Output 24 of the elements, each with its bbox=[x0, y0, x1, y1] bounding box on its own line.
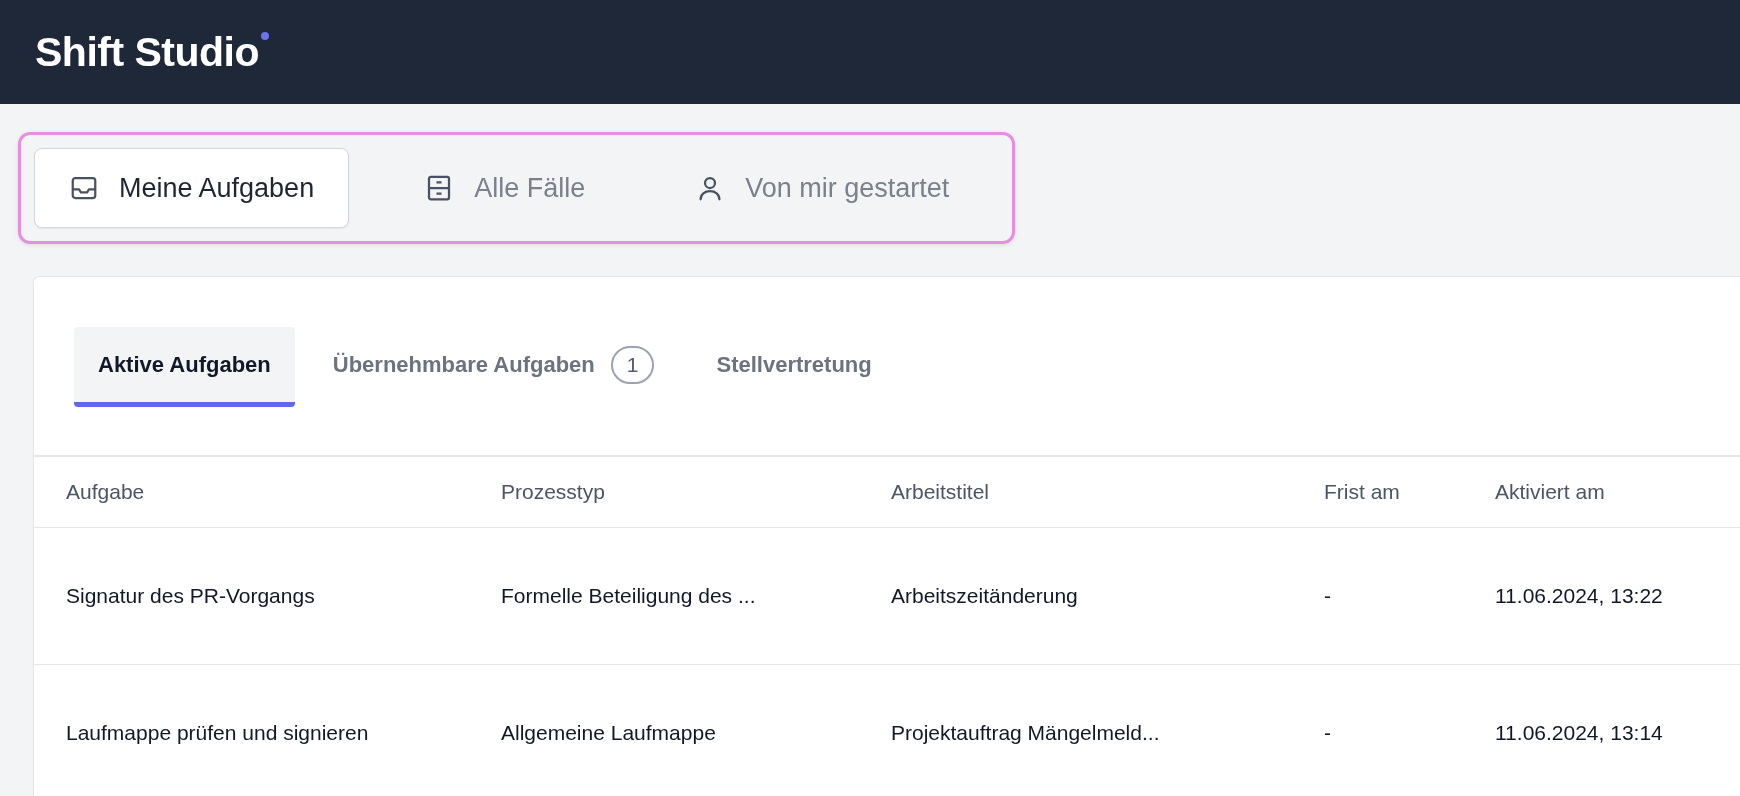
table-cell: 11.06.2024, 13:22 bbox=[1495, 527, 1740, 665]
tab[interactable]: Stellvertretung bbox=[692, 327, 896, 407]
column-header: Arbeitstitel bbox=[891, 457, 1324, 528]
table-cell: - bbox=[1324, 664, 1495, 796]
view-tab[interactable]: Alle Fälle bbox=[389, 148, 621, 228]
table-cell: Arbeitszeitänderung bbox=[891, 527, 1324, 665]
table-cell: 11.06.2024, 13:14 bbox=[1495, 664, 1740, 796]
view-tab[interactable]: Von mir gestartet bbox=[660, 148, 985, 228]
tab[interactable]: Aktive Aufgaben bbox=[74, 327, 295, 407]
view-tab[interactable]: Meine Aufgaben bbox=[34, 148, 350, 228]
table-cell: Projektauftrag Mängelmeld... bbox=[891, 664, 1324, 796]
app-title: Shift Studio bbox=[35, 28, 259, 76]
tab[interactable]: Übernehmbare Aufgaben 1 bbox=[308, 327, 679, 407]
column-header: Aufgabe bbox=[34, 457, 501, 528]
table-cell: Allgemeine Laufmappe bbox=[501, 664, 891, 796]
table-cell: - bbox=[1324, 527, 1495, 665]
table-cell: Laufmappe prüfen und signieren bbox=[34, 664, 501, 796]
table-cell: Formelle Beteiligung des ... bbox=[501, 527, 891, 665]
column-header: Aktiviert am bbox=[1495, 457, 1740, 528]
column-header: Prozesstyp bbox=[501, 457, 891, 528]
table-cell: Signatur des PR-Vorgangs bbox=[34, 527, 501, 665]
count-badge: 1 bbox=[610, 345, 655, 384]
column-header: Frist am bbox=[1324, 457, 1495, 528]
brand-dot-icon bbox=[261, 32, 269, 40]
